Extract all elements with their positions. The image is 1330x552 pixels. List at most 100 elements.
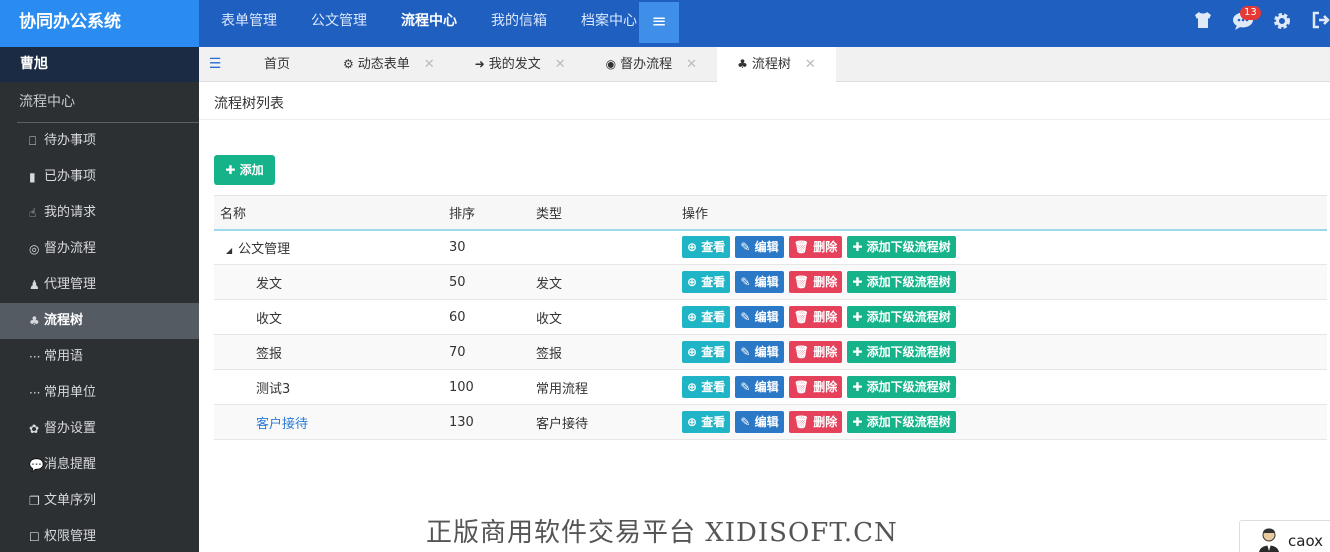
delete-icon: 🗑 bbox=[793, 345, 814, 359]
sidebar-item[interactable]: ♟ 代理管理 bbox=[0, 267, 199, 303]
delete-button[interactable]: 🗑 删除 bbox=[788, 376, 843, 398]
chat-icon: 💬 bbox=[29, 458, 44, 472]
delete-icon: 🗑 bbox=[793, 310, 814, 324]
view-icon: ⊕ bbox=[687, 380, 702, 394]
gear-icon[interactable] bbox=[1272, 11, 1292, 36]
view-button-label: 查看 bbox=[701, 240, 726, 255]
view-button[interactable]: ⊕ 查看 bbox=[682, 376, 731, 398]
cell-actions: ⊕ 查看 ✎ 编辑 🗑 删除 ✚ 添加下级流程树 bbox=[676, 299, 1327, 335]
view-button-label: 查看 bbox=[701, 380, 726, 394]
tab[interactable]: ➜ 我的发文 ✕ bbox=[455, 47, 586, 82]
close-tab-icon[interactable]: ✕ bbox=[555, 48, 566, 81]
sidebar-item[interactable]: ☝ 我的请求 bbox=[0, 195, 199, 231]
add-child-icon: ✚ bbox=[852, 415, 867, 429]
sidebar-item[interactable]: ··· 常用单位 bbox=[0, 375, 199, 411]
close-tab-icon[interactable]: ✕ bbox=[686, 48, 697, 81]
edit-button[interactable]: ✎ 编辑 bbox=[735, 411, 784, 433]
add-child-button-label: 添加下级流程树 bbox=[866, 380, 951, 394]
sidebar-user-name: 曹旭 bbox=[0, 47, 199, 82]
add-child-button[interactable]: ✚ 添加下级流程树 bbox=[847, 341, 956, 363]
sidebar-section-title[interactable]: 流程中心 bbox=[0, 82, 199, 122]
app-brand[interactable]: 协同办公系统 bbox=[0, 0, 199, 47]
nav-form-management[interactable]: 表单管理 bbox=[204, 0, 294, 47]
view-button[interactable]: ⊕ 查看 bbox=[682, 341, 731, 363]
row-name: 发文 bbox=[256, 276, 283, 292]
edit-button[interactable]: ✎ 编辑 bbox=[735, 236, 784, 259]
tree-collapse-icon[interactable]: ◢ bbox=[226, 246, 232, 255]
tab-label: 首页 bbox=[263, 57, 290, 72]
sidebar-item[interactable]: ◎ 督办流程 bbox=[0, 231, 199, 267]
sidebar-item[interactable]: ♣ 流程树 bbox=[0, 303, 199, 339]
cell-type: 收文 bbox=[530, 299, 676, 335]
delete-button-label: 删除 bbox=[813, 310, 838, 324]
add-child-button-label: 添加下级流程树 bbox=[866, 415, 951, 429]
hamburger-icon: ≡ bbox=[651, 11, 667, 32]
add-child-button[interactable]: ✚ 添加下级流程树 bbox=[847, 236, 956, 259]
add-child-button[interactable]: ✚ 添加下级流程树 bbox=[847, 411, 956, 433]
sidebar-item[interactable]: 💬 消息提醒 bbox=[0, 447, 199, 483]
table-row: 发文 50 发文 ⊕ 查看 ✎ 编辑 🗑 删除 ✚ 添加下级流程树 bbox=[214, 264, 1327, 300]
sidebar-item[interactable]: ✿ 督办设置 bbox=[0, 411, 199, 447]
sidebar-item[interactable]: ⎕ 待办事项 bbox=[0, 123, 199, 159]
nav-workflow-center[interactable]: 流程中心 bbox=[384, 0, 474, 47]
menu-toggle-button[interactable]: ≡ bbox=[639, 2, 679, 43]
sidebar: 曹旭 流程中心 ⎕ 待办事项 ▮ 已办事项 ☝ 我的请求 ◎ 督办流程 ♟ 代理管理 ♣ 流程树 ···… bbox=[0, 47, 199, 552]
tshirt-icon[interactable] bbox=[1193, 11, 1213, 34]
sidebar-item-label: 待办事项 bbox=[44, 133, 97, 148]
row-name: 公文管理 bbox=[238, 241, 291, 257]
delete-button[interactable]: 🗑 删除 bbox=[788, 341, 843, 363]
view-button[interactable]: ⊕ 查看 bbox=[682, 236, 731, 259]
view-button[interactable]: ⊕ 查看 bbox=[682, 306, 731, 328]
row-name-link[interactable]: 客户接待 bbox=[256, 417, 308, 432]
edit-button-label: 编辑 bbox=[754, 345, 779, 359]
nav-document-management[interactable]: 公文管理 bbox=[294, 0, 384, 47]
sidebar-item[interactable]: ··· 常用语 bbox=[0, 339, 199, 375]
tab[interactable]: ♣ 流程树 ✕ bbox=[717, 47, 836, 82]
sidebar-item-label: 已办事项 bbox=[44, 169, 97, 184]
tab[interactable]: ⚙ 动态表单 ✕ bbox=[323, 47, 455, 82]
sidebar-item[interactable]: ▮ 已办事项 bbox=[0, 159, 199, 195]
user-avatar-icon bbox=[1259, 528, 1279, 552]
tab[interactable]: ◉ 督办流程 ✕ bbox=[586, 47, 717, 82]
column-header-name: 名称 bbox=[214, 195, 443, 231]
add-child-button[interactable]: ✚ 添加下级流程树 bbox=[847, 376, 956, 398]
cell-name: 发文 bbox=[214, 264, 443, 300]
view-button[interactable]: ⊕ 查看 bbox=[682, 271, 731, 293]
view-button[interactable]: ⊕ 查看 bbox=[682, 411, 731, 433]
delete-button-label: 删除 bbox=[813, 380, 838, 394]
sidebar-item[interactable]: ❐ 文单序列 bbox=[0, 483, 199, 519]
delete-button[interactable]: 🗑 删除 bbox=[788, 306, 843, 328]
sidebar-item[interactable]: ☐ 权限管理 bbox=[0, 519, 199, 552]
cell-type: 发文 bbox=[530, 264, 676, 300]
delete-button[interactable]: 🗑 删除 bbox=[788, 411, 843, 433]
add-child-button[interactable]: ✚ 添加下级流程树 bbox=[847, 306, 956, 328]
add-child-button[interactable]: ✚ 添加下级流程树 bbox=[847, 271, 956, 293]
nav-my-mailbox[interactable]: 我的信箱 bbox=[474, 0, 564, 47]
delete-button[interactable]: 🗑 删除 bbox=[788, 271, 843, 293]
tab[interactable]: 首页 bbox=[231, 47, 323, 82]
add-button[interactable]: ✚ 添加 bbox=[214, 155, 275, 185]
delete-button[interactable]: 🗑 删除 bbox=[788, 236, 843, 259]
logout-icon[interactable] bbox=[1311, 11, 1330, 34]
sidebar-item-label: 我的请求 bbox=[44, 205, 97, 220]
workflow-tree-table: 名称 排序 类型 操作 ◢ 公文管理 30 ⊕ 查看 ✎ 编辑 🗑 删除 ✚ 添加下级… bbox=[214, 195, 1327, 440]
edit-button[interactable]: ✎ 编辑 bbox=[735, 306, 784, 328]
tab-bar: ☰ 首页 ⚙ 动态表单 ✕ ➜ 我的发文 ✕ ◉ 督办流程 ✕ ♣ 流程树 ✕ bbox=[199, 47, 1330, 82]
cell-order: 130 bbox=[443, 404, 530, 440]
user-chip[interactable]: caox bbox=[1239, 520, 1330, 552]
top-nav: 表单管理 公文管理 流程中心 我的信箱 档案中心 bbox=[204, 0, 654, 47]
tab-icon: ◉ bbox=[605, 57, 617, 71]
edit-button[interactable]: ✎ 编辑 bbox=[735, 271, 784, 293]
table-row: 收文 60 收文 ⊕ 查看 ✎ 编辑 🗑 删除 ✚ 添加下级流程树 bbox=[214, 299, 1327, 335]
delete-button-label: 删除 bbox=[813, 345, 838, 359]
close-tab-icon[interactable]: ✕ bbox=[424, 48, 435, 81]
add-child-icon: ✚ bbox=[852, 240, 867, 255]
edit-button[interactable]: ✎ 编辑 bbox=[735, 341, 784, 363]
table-header-row: 名称 排序 类型 操作 bbox=[214, 195, 1327, 231]
close-tab-icon[interactable]: ✕ bbox=[805, 48, 816, 81]
tab-label: 动态表单 bbox=[357, 57, 410, 72]
ellipsis-icon: ··· bbox=[29, 350, 41, 364]
tab-list-toggle-icon[interactable]: ☰ bbox=[199, 47, 231, 81]
sidebar-item-label: 流程树 bbox=[44, 313, 84, 328]
edit-button[interactable]: ✎ 编辑 bbox=[735, 376, 784, 398]
